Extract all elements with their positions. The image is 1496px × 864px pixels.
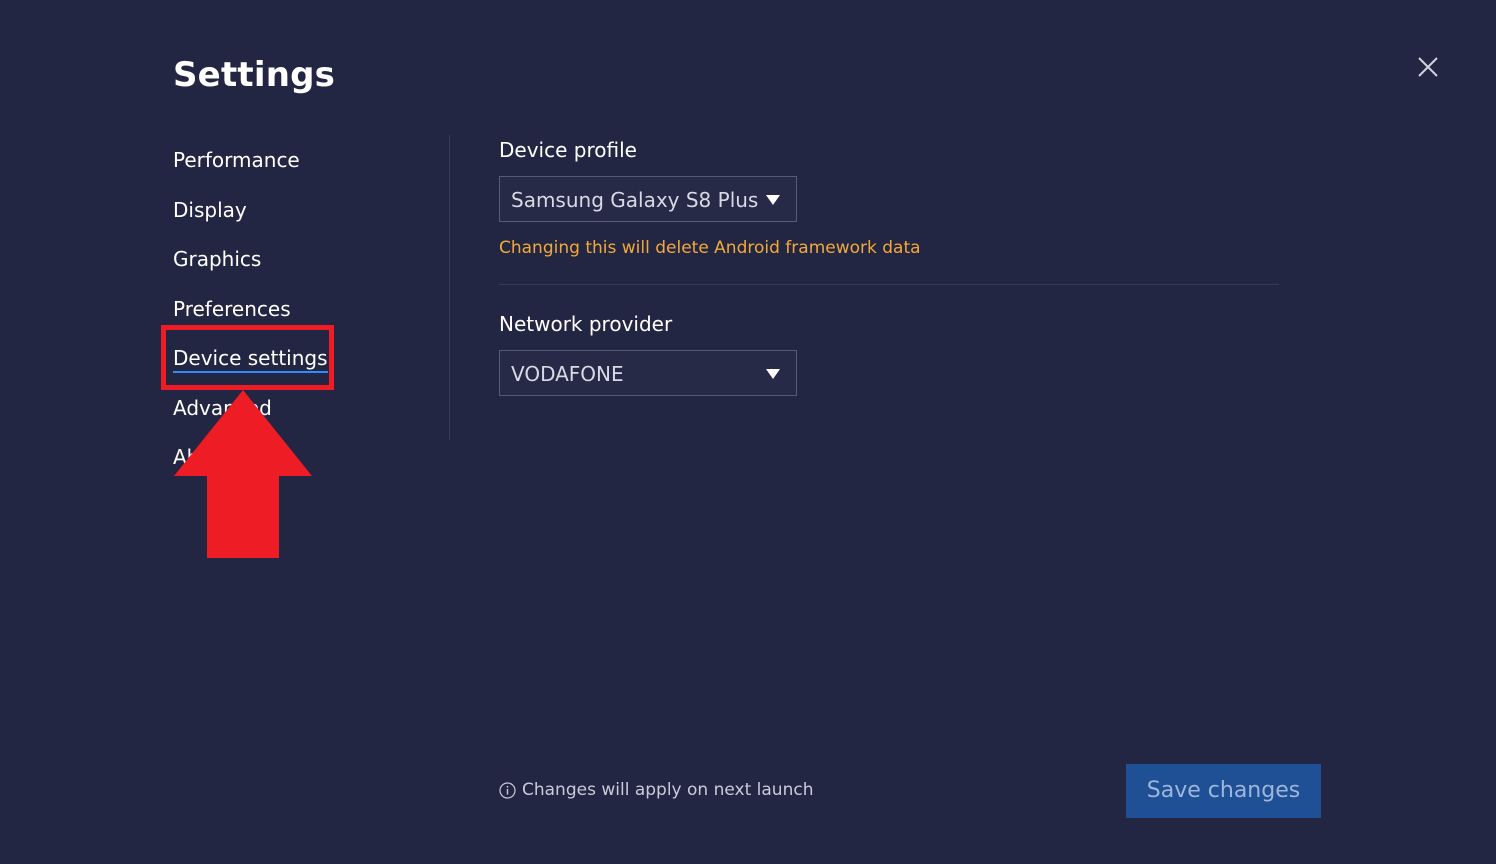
- footer-note: Changes will apply on next launch: [499, 780, 813, 800]
- page-title: Settings: [173, 55, 336, 95]
- device-profile-warning: Changing this will delete Android framew…: [499, 238, 921, 258]
- sidebar-item-label: Performance: [173, 148, 300, 172]
- sidebar-item-label: Graphics: [173, 247, 262, 271]
- sidebar-item-performance[interactable]: Performance: [173, 142, 413, 192]
- sidebar-item-label: Advanced: [173, 395, 272, 420]
- sidebar-item-graphics[interactable]: Graphics: [173, 241, 413, 291]
- info-icon: [499, 781, 516, 799]
- sidebar-divider: [449, 135, 450, 440]
- sidebar-item-advanced[interactable]: Advanced: [173, 390, 413, 440]
- network-provider-value: VODAFONE: [511, 362, 624, 386]
- chevron-down-icon: [766, 195, 780, 205]
- close-button[interactable]: [1410, 50, 1446, 86]
- chevron-down-icon: [766, 369, 780, 379]
- sidebar-item-label: Device settings: [173, 340, 328, 376]
- settings-sidebar: Performance Display Graphics Preferences…: [173, 142, 413, 489]
- sidebar-item-preferences[interactable]: Preferences: [173, 291, 413, 341]
- close-icon: [1418, 57, 1438, 77]
- sidebar-item-device-settings[interactable]: Device settings: [173, 340, 413, 390]
- footer-note-text: Changes will apply on next launch: [522, 780, 814, 800]
- sidebar-item-label: About: [173, 445, 233, 469]
- sidebar-item-about[interactable]: About: [173, 439, 413, 489]
- sidebar-item-label: Preferences: [173, 296, 291, 321]
- device-profile-label: Device profile: [499, 138, 637, 162]
- sidebar-item-display[interactable]: Display: [173, 192, 413, 242]
- device-profile-dropdown[interactable]: Samsung Galaxy S8 Plus: [499, 176, 797, 222]
- save-button[interactable]: Save changes: [1126, 764, 1321, 818]
- device-profile-value: Samsung Galaxy S8 Plus: [511, 188, 759, 212]
- section-divider: [499, 284, 1279, 285]
- sidebar-item-label: Display: [173, 197, 247, 222]
- network-provider-dropdown[interactable]: VODAFONE: [499, 350, 797, 396]
- network-provider-label: Network provider: [499, 312, 673, 336]
